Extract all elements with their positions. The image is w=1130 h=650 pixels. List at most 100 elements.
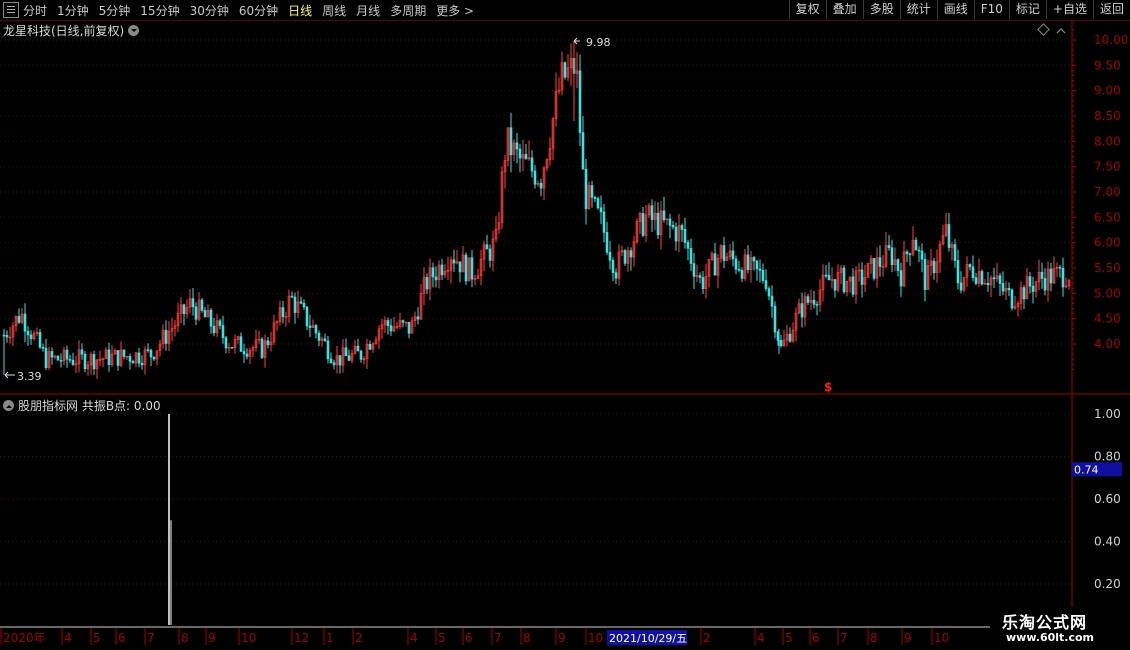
candle-body [968,264,972,268]
candle-body [758,268,762,271]
candle-body [851,276,855,295]
candle-body [245,353,249,357]
watermark-url: www.60lt.com [1006,631,1095,644]
high-arrow [573,37,580,45]
candle-body [116,350,120,366]
kline-chart[interactable]: 10.00 9.50 9.00 8.50 8.00 7.50 7.00 6.50 6.00 5.5… [0,0,1130,650]
candle-body [1058,266,1062,269]
candle-body [899,270,903,287]
candle-body [767,288,771,297]
time-label: 10 [588,631,603,645]
candle-body [602,211,606,233]
time-label: 8 [870,631,878,645]
candle-body [770,295,774,307]
candle-body [662,210,666,221]
candle-body [239,336,243,352]
candle-body [221,325,225,339]
candle-body [203,310,207,318]
indicator-label: 0.80 [1094,450,1121,464]
price-label: 4.50 [1094,312,1121,326]
candle-body [56,355,60,361]
candle-body [1040,272,1044,279]
candle-body [608,252,612,261]
candle-body [1061,267,1065,288]
candle-body [1007,287,1011,291]
candle-body [533,170,537,185]
candle-body [692,263,696,277]
time-label: 6 [118,631,126,645]
candle-body [230,347,234,349]
candle-body [224,337,228,349]
candle-body [83,353,87,370]
candle-body [416,316,420,320]
price-label: 4.00 [1094,337,1121,351]
candle-body [131,361,135,364]
candle-body [611,259,615,273]
candle-body [974,277,978,284]
candle-body [146,349,150,352]
time-label: 2 [355,631,363,645]
candle-body [41,346,45,349]
candle-body [464,254,468,282]
candle-body [833,279,837,291]
candle-body [992,277,996,280]
indicator-label: 1.00 [1094,407,1121,421]
candle-body [656,212,660,236]
candle-body [872,258,876,279]
candle-body [683,229,687,243]
indicator-label: 0.20 [1094,577,1121,591]
candle-body [488,248,492,261]
candle-body [299,301,303,304]
candle-body [323,338,327,342]
candle-body [698,275,702,278]
candle-body [824,274,828,277]
candle-body [290,295,294,298]
candle-body [317,332,321,341]
candle-body [1049,268,1053,284]
time-label: 4 [64,631,72,645]
candle-body [746,254,750,270]
candle-body [953,244,957,261]
candle-body [701,277,705,290]
candle-body [764,280,768,289]
candle-body [722,245,726,261]
candle-body [650,205,654,220]
candle-body [518,148,522,159]
price-label: 6.50 [1094,210,1121,224]
candle-body [515,142,519,150]
candle-body [368,344,372,350]
candle-body [878,257,882,267]
candle-body [623,250,627,264]
candle-body [26,330,30,336]
time-label: 7 [494,631,502,645]
candle-body [17,315,21,323]
candle-body [680,225,684,230]
candle-body [293,296,297,313]
candle-body [1022,287,1026,300]
time-label: 9 [208,631,216,645]
price-label: 5.50 [1094,261,1121,275]
low-arrow [4,371,15,379]
time-label: 6 [812,631,820,645]
candle-body [338,355,342,366]
candle-body [914,239,918,251]
candle-body [629,250,633,258]
candle-body [440,264,444,276]
candle-body [815,304,819,306]
candle-body [80,349,84,355]
candle-body [860,269,864,285]
time-label: 4 [757,631,765,645]
candle-body [137,352,141,364]
time-label: 8 [181,631,189,645]
candle-body [686,242,690,249]
candle-body [596,198,600,209]
signal-marker: $ [824,380,832,394]
time-label: 1 [326,631,334,645]
candle-body [641,212,645,236]
candle-body [314,325,318,334]
time-label: 2 [703,631,711,645]
candle-body [65,349,69,360]
candle-body [581,132,585,170]
price-label: 9.00 [1094,84,1121,98]
candle-body [896,259,900,271]
